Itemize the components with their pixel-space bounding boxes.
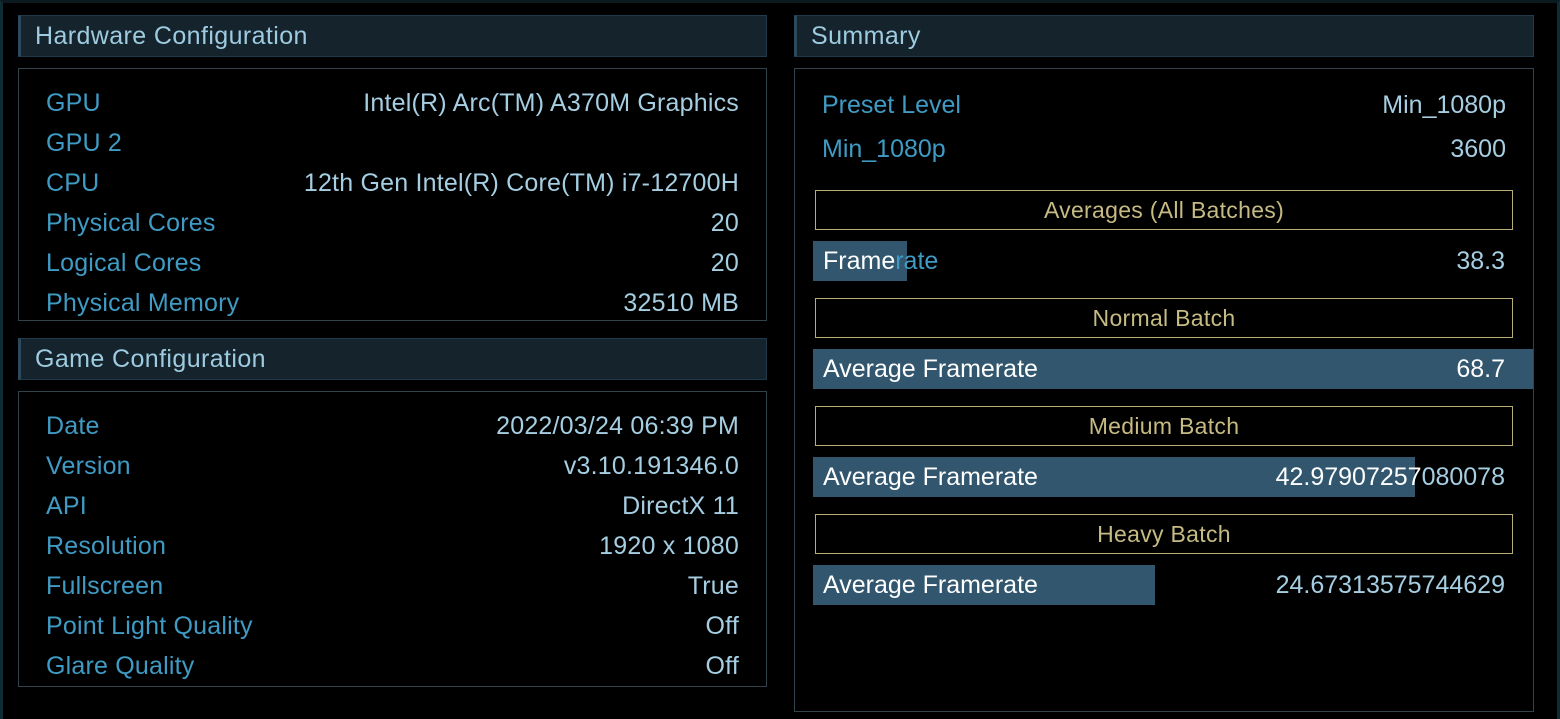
metric-label-selected-part: Average Framerate [823, 571, 1038, 599]
metric-label-selected-part: Average Framerate [823, 355, 1038, 383]
table-row: API DirectX 11 [46, 486, 739, 526]
batch-header-heavy: Heavy Batch [815, 514, 1513, 554]
table-row: GPU 2 [46, 123, 739, 163]
metric-value: 42.97907257080078 [1276, 463, 1513, 492]
row-value: True [688, 566, 739, 606]
row-value: v3.10.191346.0 [564, 446, 739, 486]
row-value: 32510 MB [623, 283, 739, 323]
table-row: Glare Quality Off [46, 646, 739, 686]
score-value: 3600 [1450, 135, 1506, 164]
hardware-configuration-title: Hardware Configuration [35, 22, 308, 51]
metric-row[interactable]: Average Framerate 42.97907257080078 [805, 455, 1523, 499]
row-value: Off [706, 646, 740, 686]
hardware-configuration-body: GPU Intel(R) Arc(TM) A370M Graphics GPU … [18, 68, 767, 321]
table-row: Version v3.10.191346.0 [46, 446, 739, 486]
summary-header: Summary [794, 15, 1534, 57]
row-value: Low [693, 686, 739, 687]
row-value: 1920 x 1080 [599, 526, 739, 566]
row-label: CPU [46, 163, 99, 203]
metric-label: Average Framerate [815, 571, 1038, 600]
summary-body: Preset Level Min_1080p Min_1080p 3600 Av… [794, 68, 1534, 712]
benchmark-results-window: Hardware Configuration GPU Intel(R) Arc(… [0, 0, 1560, 719]
metric-value-selected-part: 42.97907257 [1276, 463, 1422, 491]
metric-value: 38.3 [1456, 247, 1513, 276]
metric-row[interactable]: Average Framerate 24.67313575744629 [805, 563, 1523, 607]
row-label: Logical Cores [46, 243, 201, 283]
row-label: Glare Quality [46, 646, 195, 686]
preset-level-row: Preset Level Min_1080p [805, 83, 1523, 127]
batch-header-label: Averages (All Batches) [1044, 197, 1284, 224]
batch-header-label: Heavy Batch [1097, 521, 1231, 548]
metric-label-selected-part: Average Framerate [823, 463, 1038, 491]
metric-label: Average Framerate [815, 355, 1038, 384]
summary-title: Summary [811, 22, 921, 51]
table-row: Date 2022/03/24 06:39 PM [46, 406, 739, 446]
table-row: GPU Intel(R) Arc(TM) A370M Graphics [46, 83, 739, 123]
batch-header-label: Normal Batch [1093, 305, 1236, 332]
metric-label: Framerate [815, 247, 938, 276]
metric-value-selected-part: 68.7 [1456, 355, 1505, 383]
row-label: GPU 2 [46, 123, 122, 163]
preset-level-label: Preset Level [822, 91, 961, 120]
preset-level-value: Min_1080p [1382, 91, 1506, 120]
row-value: 2022/03/24 06:39 PM [496, 406, 739, 446]
row-label: Fullscreen [46, 566, 163, 606]
batch-header-medium: Medium Batch [815, 406, 1513, 446]
row-value: Intel(R) Arc(TM) A370M Graphics [363, 83, 739, 123]
table-row: Shading Quality Low [46, 686, 739, 687]
table-row: Fullscreen True [46, 566, 739, 606]
metric-row[interactable]: Framerate 38.3 [805, 239, 1523, 283]
metric-label-selected-part: Frame [823, 247, 895, 275]
metric-label: Average Framerate [815, 463, 1038, 492]
batch-header-normal: Normal Batch [815, 298, 1513, 338]
metric-value: 68.7 [1456, 355, 1513, 384]
row-label: GPU [46, 83, 101, 123]
metric-value-rest-part: 080078 [1422, 463, 1505, 491]
row-label: Resolution [46, 526, 166, 566]
table-row: Physical Cores 20 [46, 203, 739, 243]
row-value: DirectX 11 [622, 486, 739, 526]
row-label: Point Light Quality [46, 606, 253, 646]
row-value: 12th Gen Intel(R) Core(TM) i7-12700H [304, 163, 739, 203]
row-label: Version [46, 446, 131, 486]
row-label: API [46, 486, 87, 526]
score-row: Min_1080p 3600 [805, 127, 1523, 171]
table-row: Physical Memory 32510 MB [46, 283, 739, 323]
row-label: Shading Quality [46, 686, 226, 687]
metric-value: 24.67313575744629 [1276, 571, 1513, 600]
row-value: Off [706, 606, 740, 646]
row-label: Physical Memory [46, 283, 239, 323]
left-column: Hardware Configuration GPU Intel(R) Arc(… [3, 3, 787, 719]
table-row: CPU 12th Gen Intel(R) Core(TM) i7-12700H [46, 163, 739, 203]
row-value: 20 [711, 243, 739, 283]
metric-label-rest-part: rate [895, 247, 938, 275]
table-row: Resolution 1920 x 1080 [46, 526, 739, 566]
batch-header-label: Medium Batch [1089, 413, 1240, 440]
table-row: Point Light Quality Off [46, 606, 739, 646]
row-value: 20 [711, 203, 739, 243]
row-label: Date [46, 406, 100, 446]
row-label: Physical Cores [46, 203, 216, 243]
score-label: Min_1080p [822, 135, 946, 164]
table-row: Logical Cores 20 [46, 243, 739, 283]
game-configuration-header: Game Configuration [18, 338, 767, 380]
batch-header-all: Averages (All Batches) [815, 190, 1513, 230]
right-column: Summary Preset Level Min_1080p Min_1080p… [787, 3, 1557, 719]
metric-value-rest-part: 38.3 [1456, 247, 1505, 275]
metric-row[interactable]: Average Framerate 68.7 [805, 347, 1523, 391]
hardware-configuration-header: Hardware Configuration [18, 15, 767, 57]
game-configuration-title: Game Configuration [35, 345, 266, 374]
metric-value-rest-part: 24.67313575744629 [1276, 571, 1505, 599]
game-configuration-body: Date 2022/03/24 06:39 PM Version v3.10.1… [18, 391, 767, 687]
